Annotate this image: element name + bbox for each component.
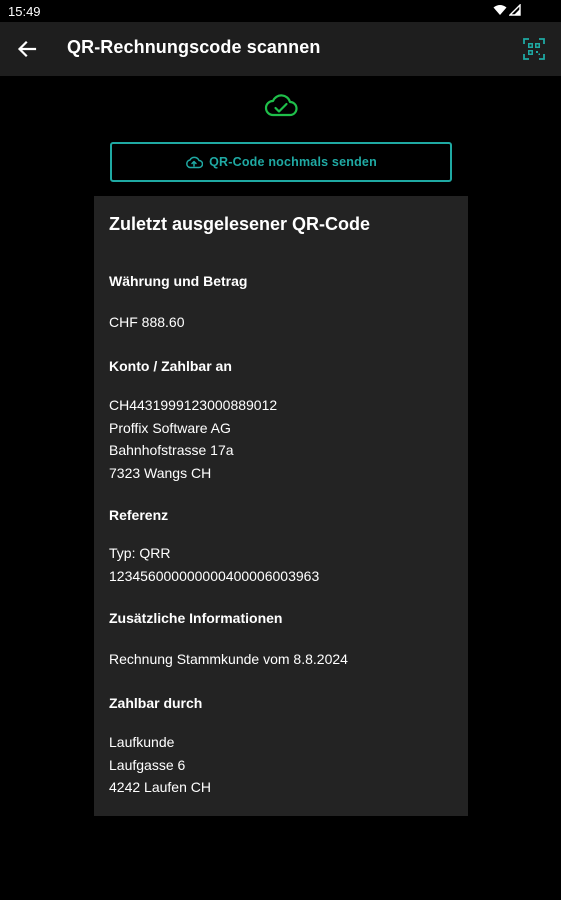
section-amount-value: CHF 888.60 (109, 311, 184, 334)
creditor-street-line: Bahnhofstrasse 17a (109, 442, 234, 458)
arrow-back-icon (17, 40, 37, 58)
cloud-upload-icon (186, 156, 204, 169)
creditor-name-line: Proffix Software AG (109, 419, 231, 436)
reference-number-line: 123456000000000400006003963 (109, 567, 320, 584)
resend-button-label: QR-Code nochmals senden (209, 155, 377, 169)
section-reference-value: Typ: QRR 123456000000000400006003963 (109, 542, 319, 587)
reference-type-line: Typ: QRR (109, 545, 171, 561)
last-qr-code-card: Zuletzt ausgelesener QR-Code Währung und… (94, 196, 468, 816)
section-heading-reference: Referenz (109, 507, 169, 523)
section-heading-amount: Währung und Betrag (109, 273, 248, 289)
status-icons (493, 4, 521, 16)
status-time: 15:49 (8, 4, 41, 19)
back-button[interactable] (12, 34, 42, 64)
additional-info-line: Rechnung Stammkunde vom 8.8.2024 (109, 651, 348, 667)
section-heading-additional-info: Zusätzliche Informationen (109, 610, 283, 626)
section-account-value: CH4431999123000889012 Proffix Software A… (109, 394, 277, 484)
debtor-city-line: 4242 Laufen CH (109, 779, 211, 795)
debtor-name-line: Laufkunde (109, 734, 175, 750)
section-payable-by-value: Laufkunde Laufgasse 6 4242 Laufen CH (109, 731, 211, 799)
page-title: QR-Rechnungscode scannen (67, 37, 321, 57)
resend-qr-code-button[interactable]: QR-Code nochmals senden (110, 142, 452, 182)
amount-line: CHF 888.60 (109, 314, 185, 330)
section-heading-payable-by: Zahlbar durch (109, 695, 203, 711)
wifi-icon (493, 5, 507, 15)
signal-icon (509, 4, 521, 16)
cloud-check-icon (264, 94, 298, 117)
section-heading-account: Konto / Zahlbar an (109, 358, 232, 374)
section-additional-info-value: Rechnung Stammkunde vom 8.8.2024 (109, 648, 348, 671)
debtor-street-line: Laufgasse 6 (109, 756, 186, 773)
qr-scan-button[interactable] (519, 34, 549, 64)
app-bar: QR-Rechnungscode scannen (0, 22, 561, 76)
creditor-city-line: 7323 Wangs CH (109, 464, 212, 481)
iban-line: CH4431999123000889012 (109, 397, 278, 413)
status-bar: 15:49 (0, 0, 561, 22)
qr-scan-icon (523, 38, 545, 60)
card-title: Zuletzt ausgelesener QR-Code (109, 214, 371, 234)
